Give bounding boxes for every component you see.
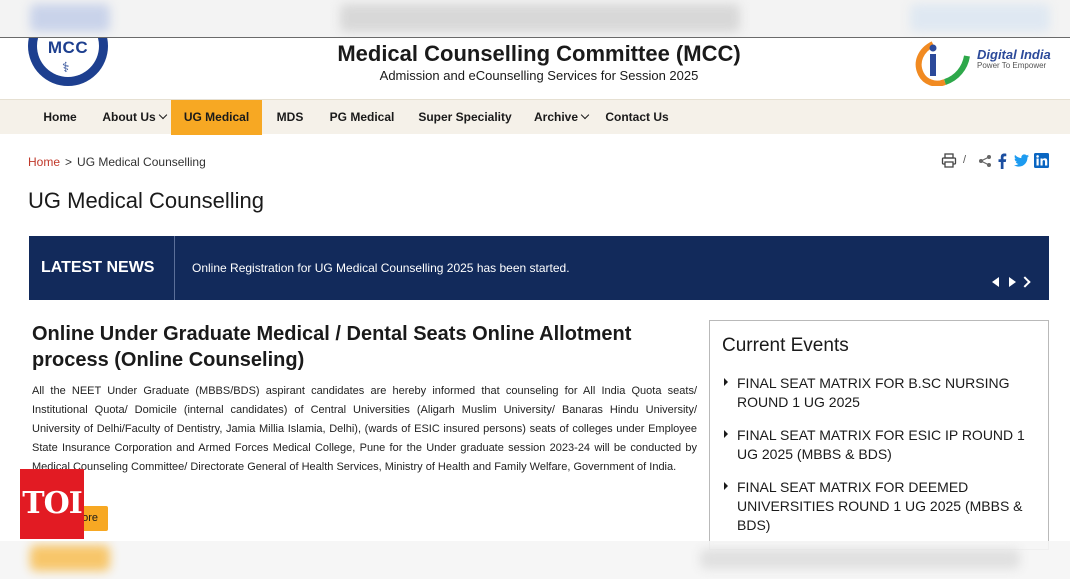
page-title: UG Medical Counselling	[28, 188, 264, 213]
main-nav: Home About Us UG Medical MDS PG Medical …	[0, 99, 1070, 135]
next-icon[interactable]	[1019, 276, 1031, 288]
blurred-button	[30, 545, 110, 571]
latest-news-bar: LATEST NEWS Online Registration for UG M…	[29, 236, 1049, 300]
nav-archive-label: Archive	[533, 110, 579, 124]
nav-home[interactable]: Home	[28, 100, 92, 135]
chevron-down-icon	[158, 110, 167, 120]
article-title: Online Under Graduate Medical / Dental S…	[32, 323, 632, 371]
breadcrumb-separator: >	[65, 155, 73, 169]
caret-right-icon	[724, 378, 728, 386]
nav-super-speciality[interactable]: Super Speciality	[412, 100, 518, 135]
caret-right-icon	[724, 430, 728, 438]
prev-icon[interactable]	[992, 277, 999, 287]
current-events-title: Current Events	[722, 335, 849, 356]
toi-badge: TOI	[20, 469, 84, 539]
nav-contact-us[interactable]: Contact Us	[600, 100, 674, 135]
blurred-logo	[30, 4, 110, 32]
nav-about-us-label: About Us	[102, 110, 156, 124]
share-icon[interactable]	[978, 154, 992, 168]
print-icon[interactable]	[941, 153, 957, 169]
nav-about-us[interactable]: About Us	[98, 100, 170, 135]
current-events-panel: Current Events FINAL SEAT MATRIX FOR B.S…	[709, 320, 1049, 550]
digital-india-tagline: Power To Empower	[977, 61, 1047, 70]
nav-ug-medical[interactable]: UG Medical	[171, 100, 262, 135]
twitter-icon[interactable]	[1014, 154, 1029, 167]
event-item[interactable]: FINAL SEAT MATRIX FOR DEEMED UNIVERSITIE…	[737, 478, 1037, 535]
article-body: All the NEET Under Graduate (MBBS/BDS) a…	[32, 385, 697, 473]
site-header: MCC ⚕ Medical Counselling Committee (MCC…	[0, 38, 1070, 99]
blurred-digital-india	[910, 4, 1050, 32]
nav-pg-medical[interactable]: PG Medical	[322, 100, 402, 135]
site-subtitle: Admission and eCounselling Services for …	[379, 68, 699, 83]
digital-india-i-icon	[915, 41, 970, 86]
caret-right-icon	[724, 482, 728, 490]
event-item[interactable]: FINAL SEAT MATRIX FOR ESIC IP ROUND 1 UG…	[737, 426, 1037, 464]
latest-news-item[interactable]: Online Registration for UG Medical Couns…	[192, 261, 570, 275]
digital-india-logo[interactable]: Digital India Power To Empower	[913, 38, 1053, 88]
breadcrumb-home-link[interactable]: Home	[28, 155, 60, 169]
play-icon[interactable]	[1009, 277, 1016, 287]
event-item[interactable]: FINAL SEAT MATRIX FOR B.SC NURSING ROUND…	[737, 374, 1037, 412]
linkedin-icon[interactable]	[1034, 153, 1049, 168]
site-title: Medical Counselling Committee (MCC)	[337, 41, 741, 66]
digital-india-name: Digital India	[977, 47, 1051, 62]
tools-divider: /	[963, 154, 967, 166]
nav-mds[interactable]: MDS	[267, 100, 313, 135]
bottom-blurred-strip	[0, 541, 1070, 579]
chevron-down-icon	[580, 110, 590, 120]
breadcrumb: Home > UG Medical Counselling	[28, 155, 206, 169]
breadcrumb-current: UG Medical Counselling	[77, 155, 206, 169]
facebook-icon[interactable]	[997, 153, 1007, 169]
latest-news-label: LATEST NEWS	[29, 236, 175, 300]
blurred-title	[340, 4, 740, 32]
blurred-text	[700, 549, 1020, 569]
top-blurred-strip	[0, 0, 1070, 38]
nav-archive[interactable]: Archive	[530, 100, 592, 135]
